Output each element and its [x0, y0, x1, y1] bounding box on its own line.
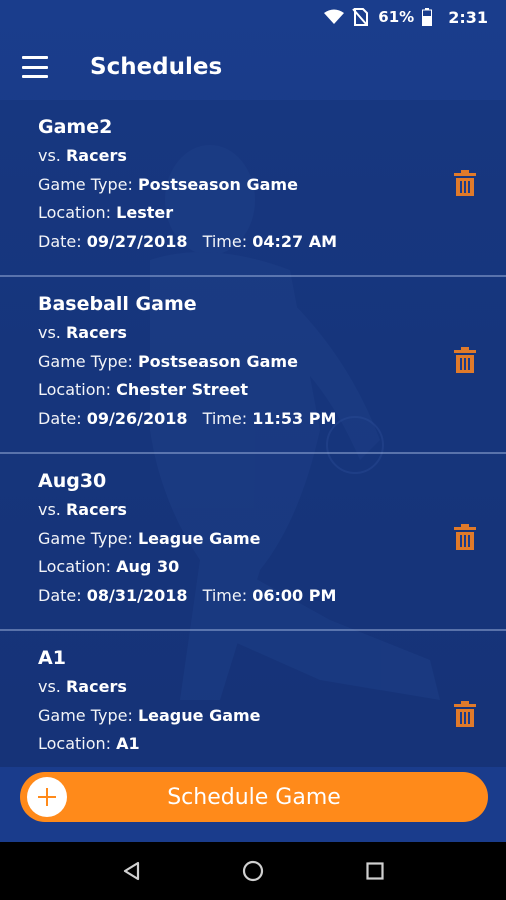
opponent-row: vs. Racers: [38, 142, 506, 171]
date-label: Date:: [38, 408, 82, 428]
game-type-row: Game Type: League Game: [38, 525, 506, 554]
location-value: A1: [116, 734, 140, 753]
app-bar: Schedules: [0, 34, 506, 100]
schedules-screen: 61% 2:31 Schedules Game2 vs. Racers Game…: [0, 0, 506, 900]
schedule-card[interactable]: Baseball Game vs. Racers Game Type: Post…: [0, 277, 506, 454]
game-type-label: Game Type:: [38, 174, 133, 194]
opponent-value: Racers: [65, 323, 127, 342]
date-label: Date:: [38, 585, 82, 605]
game-type-label: Game Type:: [38, 705, 133, 725]
location-label: Location:: [38, 734, 112, 753]
time-label: Time:: [202, 231, 248, 251]
game-title: Baseball Game: [38, 293, 197, 315]
location-row: Location: Lester: [38, 199, 506, 228]
date-time-row: Date: 09/26/2018 Time: 11:53 PM: [38, 405, 506, 434]
vs-label: vs.: [38, 677, 61, 696]
recents-icon[interactable]: [363, 859, 387, 883]
page-title: Schedules: [90, 54, 223, 80]
date-time-row: Date: 08/31/2018 Time: 06:00 PM: [38, 582, 506, 611]
game-title: A1: [38, 647, 66, 669]
plus-icon: [27, 777, 67, 817]
trash-icon[interactable]: [454, 347, 476, 373]
opponent-row: vs. Racers: [38, 673, 506, 702]
system-nav-bar: [0, 842, 506, 900]
trash-icon[interactable]: [454, 170, 476, 196]
game-type-label: Game Type:: [38, 528, 133, 548]
game-type-row: Game Type: League Game: [38, 702, 506, 731]
schedule-card[interactable]: Game2 vs. Racers Game Type: Postseason G…: [0, 100, 506, 277]
location-label: Location:: [38, 203, 112, 222]
battery-icon: [422, 8, 433, 26]
date-label: Date:: [38, 231, 82, 251]
location-row: Location: Aug 30: [38, 553, 506, 582]
battery-percentage: 61%: [378, 8, 415, 26]
location-row: Location: A1: [38, 730, 506, 759]
vs-label: vs.: [38, 323, 61, 342]
time-value: 11:53 PM: [252, 408, 337, 428]
schedule-list[interactable]: Game2 vs. Racers Game Type: Postseason G…: [0, 100, 506, 767]
schedule-card[interactable]: A1 vs. Racers Game Type: League Game Loc…: [0, 631, 506, 767]
game-title: Aug30: [38, 470, 107, 492]
schedule-card[interactable]: Aug30 vs. Racers Game Type: League Game …: [0, 454, 506, 631]
schedule-game-label: Schedule Game: [167, 784, 341, 810]
time-label: Time:: [202, 585, 248, 605]
game-type-row: Game Type: Postseason Game: [38, 171, 506, 200]
hamburger-menu-icon[interactable]: [22, 56, 48, 78]
wifi-icon: [324, 9, 345, 25]
game-title: Game2: [38, 116, 113, 138]
date-value: 09/27/2018: [86, 231, 188, 251]
game-type-row: Game Type: Postseason Game: [38, 348, 506, 377]
time-value: 04:27 AM: [252, 231, 338, 251]
vs-label: vs.: [38, 146, 61, 165]
opponent-row: vs. Racers: [38, 496, 506, 525]
status-time: 2:31: [448, 7, 488, 27]
no-sim-icon: [352, 8, 369, 26]
back-icon[interactable]: [119, 859, 143, 883]
date-value: 09/26/2018: [86, 408, 188, 428]
game-type-label: Game Type:: [38, 351, 133, 371]
game-type-value: Postseason Game: [137, 174, 298, 194]
time-value: 06:00 PM: [252, 585, 337, 605]
game-type-value: Postseason Game: [137, 351, 298, 371]
game-type-value: League Game: [137, 705, 261, 725]
vs-label: vs.: [38, 500, 61, 519]
date-time-row: Date: 09/27/2018 Time: 04:27 AM: [38, 228, 506, 257]
date-value: 08/31/2018: [86, 585, 188, 605]
location-label: Location:: [38, 380, 112, 399]
location-label: Location:: [38, 557, 112, 576]
location-value: Aug 30: [116, 557, 180, 576]
trash-icon[interactable]: [454, 701, 476, 727]
opponent-row: vs. Racers: [38, 319, 506, 348]
home-icon[interactable]: [241, 859, 265, 883]
game-type-value: League Game: [137, 528, 261, 548]
status-bar: 61% 2:31: [0, 0, 506, 34]
opponent-value: Racers: [65, 677, 127, 696]
schedule-game-button[interactable]: Schedule Game: [20, 772, 488, 822]
opponent-value: Racers: [65, 146, 127, 165]
trash-icon[interactable]: [454, 524, 476, 550]
location-row: Location: Chester Street: [38, 376, 506, 405]
location-value: Chester Street: [116, 380, 249, 399]
opponent-value: Racers: [65, 500, 127, 519]
location-value: Lester: [116, 203, 174, 222]
time-label: Time:: [202, 408, 248, 428]
